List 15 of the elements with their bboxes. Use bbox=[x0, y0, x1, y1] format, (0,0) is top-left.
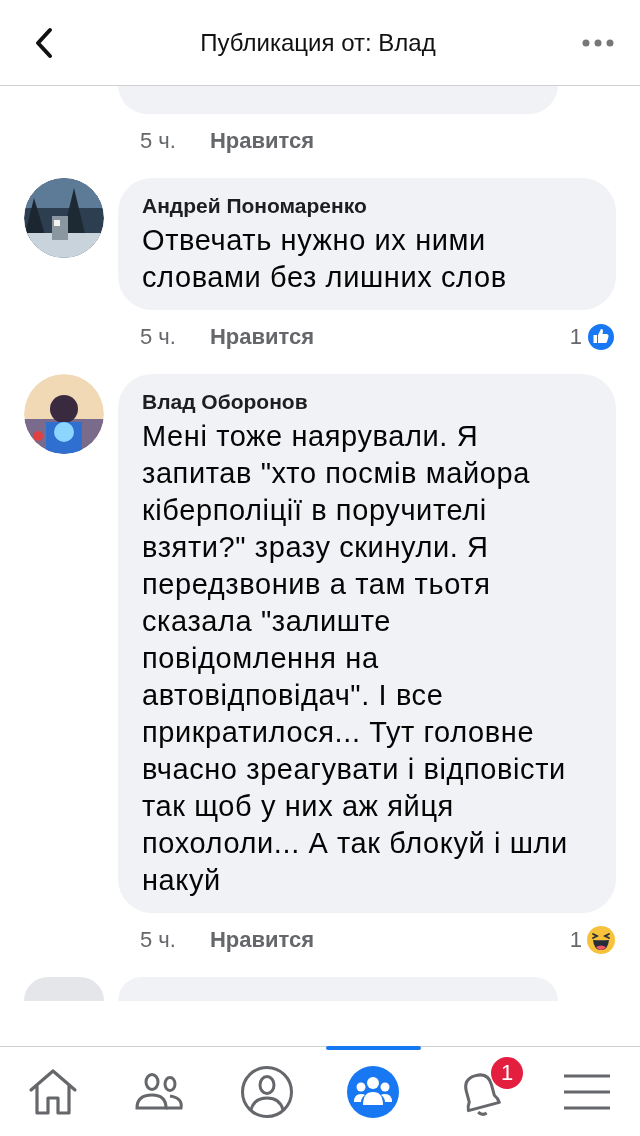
reaction-count: 1 bbox=[569, 927, 582, 953]
comment-time: 5 ч. bbox=[140, 927, 176, 953]
comment-text: Отвечать нужно их ними словами без лишних слов bbox=[142, 223, 508, 295]
comment-time: 5 ч. bbox=[140, 324, 176, 350]
comment-time: 5 ч. bbox=[140, 128, 176, 154]
like-link[interactable]: Нравится bbox=[209, 927, 315, 953]
comment-text: Мені тоже наярували. Я запитав "хто посмів майора кіберполіції в поручителі взяти?" зразу скинули. Я передзвонив а там тьотя сказала "залиште повідомлення на автовідповідач". І все прикратилося... Тут головне вчасно зреагувати і відповісти так щоб у них аж яйця похололи... А так блокуй і шли накуй bbox=[142, 419, 569, 898]
tab[interactable]: 1 bbox=[426, 1047, 534, 1136]
notification-badge: 1 bbox=[491, 1056, 523, 1089]
comment-author[interactable]: Андрей Пономаренко bbox=[142, 194, 367, 218]
reaction-count: 1 bbox=[569, 324, 582, 350]
like-link[interactable]: Нравится bbox=[209, 324, 315, 350]
like-link[interactable]: Нравится bbox=[209, 128, 315, 154]
header-title: Публикация от: Влад bbox=[200, 28, 436, 57]
comment-author[interactable]: Влад Оборонов bbox=[142, 390, 308, 414]
